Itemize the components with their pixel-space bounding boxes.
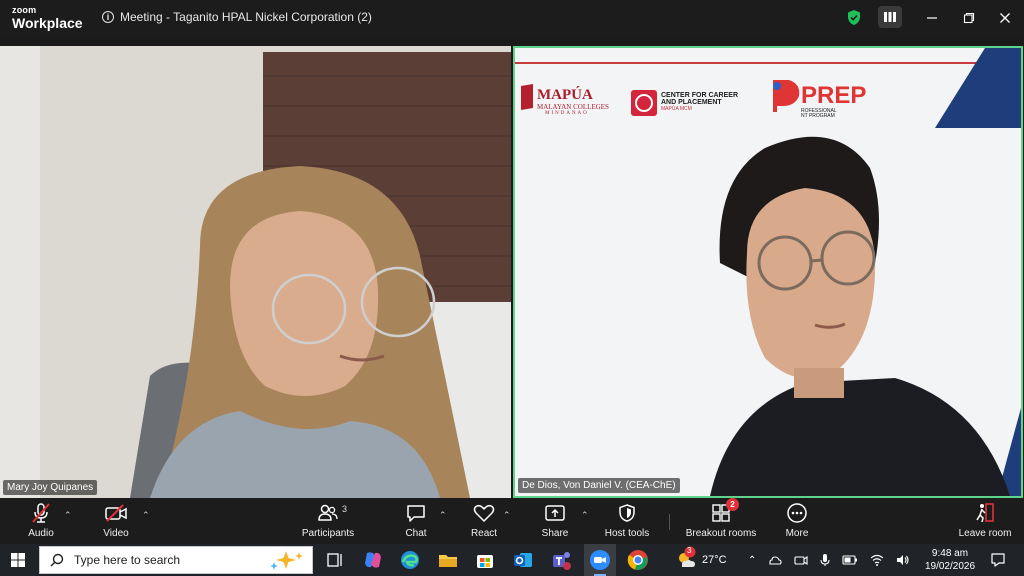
- audio-label: Audio: [28, 528, 54, 539]
- security-shield-icon[interactable]: [846, 9, 862, 26]
- leave-room-icon: [972, 502, 998, 524]
- search-highlight-icon: [270, 551, 303, 570]
- participant-name-tag: Mary Joy Quipanes: [3, 480, 98, 495]
- battery-icon[interactable]: [842, 555, 858, 565]
- edge-browser-icon[interactable]: [398, 548, 422, 572]
- mic-muted-icon: [28, 502, 54, 524]
- meeting-info[interactable]: i Meeting - Taganito HPAL Nickel Corpora…: [102, 10, 372, 24]
- share-label: Share: [541, 528, 569, 539]
- meet-now-icon[interactable]: [794, 554, 808, 566]
- backdrop-logo-career-line3: MAPÚA MCM: [661, 105, 692, 112]
- shield-icon: [614, 502, 640, 524]
- participants-icon: 3: [315, 502, 347, 524]
- volume-icon[interactable]: [896, 554, 910, 566]
- brand-main: Workplace: [12, 15, 83, 31]
- copilot-icon[interactable]: [361, 548, 385, 572]
- video-options-caret[interactable]: ⌃: [142, 510, 150, 521]
- backdrop-logo-prep-sub2: NT PROGRAM: [801, 113, 835, 119]
- taskbar-search-box[interactable]: Type here to search: [39, 546, 313, 574]
- backdrop-logo-mapua-sub2: MINDANAO: [545, 111, 589, 116]
- microphone-tray-icon[interactable]: [820, 553, 830, 567]
- more-label: More: [785, 528, 809, 539]
- participant-video-right-active-speaker[interactable]: MAPÚA MALAYAN COLLEGES MINDANAO CENTER F…: [513, 46, 1023, 498]
- chrome-icon: [627, 550, 648, 570]
- wifi-icon[interactable]: [870, 554, 884, 566]
- breakout-rooms-icon: 2: [708, 498, 739, 524]
- backdrop-logo-prep-main: PREP: [801, 82, 867, 109]
- close-button[interactable]: [995, 8, 1015, 28]
- clock-date: 19/02/2026: [924, 561, 976, 572]
- more-button[interactable]: More: [762, 502, 832, 539]
- participant-video-left[interactable]: Mary Joy Quipanes: [0, 46, 511, 498]
- task-view-icon[interactable]: [322, 548, 346, 572]
- host-tools-label: Host tools: [604, 528, 650, 539]
- breakout-rooms-label: Breakout rooms: [685, 528, 757, 539]
- participants-label: Participants: [301, 528, 355, 539]
- weather-temperature: 27°C: [702, 554, 727, 566]
- meeting-title: Meeting - Taganito HPAL Nickel Corporati…: [120, 10, 372, 24]
- heart-icon: [471, 502, 497, 524]
- windows-taskbar: Type here to search 27°C 3 ⌃ 9:48 am 19/…: [0, 544, 1024, 576]
- zoom-window: zoom Workplace i Meeting - Taganito HPAL…: [0, 0, 1024, 576]
- taskbar-clock[interactable]: 9:48 am 19/02/2026: [922, 547, 978, 573]
- participant-name-tag: De Dios, Von Daniel V. (CEA-ChE): [518, 478, 680, 493]
- backdrop-logo-mapua-sub: MALAYAN COLLEGES: [537, 103, 609, 111]
- restore-button[interactable]: [959, 8, 979, 28]
- notifications-icon[interactable]: [990, 552, 1006, 568]
- share-screen-icon: [542, 502, 568, 524]
- audio-options-caret[interactable]: ⌃: [64, 510, 72, 521]
- brand-top: zoom: [12, 5, 37, 15]
- share-button[interactable]: Share: [520, 502, 590, 539]
- participants-count: 3: [342, 504, 348, 514]
- gallery-view-icon: [884, 12, 896, 22]
- search-placeholder: Type here to search: [74, 553, 181, 567]
- microsoft-store-icon[interactable]: [473, 548, 497, 572]
- breakout-rooms-badge: 2: [726, 498, 739, 511]
- info-icon[interactable]: i: [102, 11, 114, 23]
- chat-icon: [403, 502, 429, 524]
- chrome-taskbar-app[interactable]: [626, 548, 650, 572]
- weather-badge-count: 3: [687, 546, 692, 555]
- toolbar-divider: [669, 514, 670, 530]
- backdrop-logo-career-line1: CENTER FOR CAREER: [661, 92, 739, 99]
- minimize-icon: [927, 17, 937, 19]
- view-layout-button[interactable]: [878, 6, 902, 28]
- file-explorer-icon[interactable]: [436, 548, 460, 572]
- backdrop-logo-mapua: MAPÚA MALAYAN COLLEGES MINDANAO: [537, 87, 609, 117]
- outlook-icon[interactable]: [511, 548, 535, 572]
- leave-room-label: Leave room: [958, 528, 1012, 539]
- share-options-caret[interactable]: ⌃: [581, 510, 589, 521]
- participants-button[interactable]: 3 Participants: [293, 502, 363, 539]
- onedrive-icon[interactable]: [768, 554, 782, 566]
- more-icon: [784, 502, 810, 524]
- backdrop-logo-prep: PREP ROFESSIONAL NT PROGRAM: [801, 84, 866, 119]
- teams-icon[interactable]: [549, 548, 573, 572]
- minimize-button[interactable]: [922, 8, 942, 28]
- meeting-toolbar: Audio ⌃ Video ⌃ 3 Participants Chat ⌃ Re…: [0, 498, 1024, 544]
- react-label: React: [470, 528, 498, 539]
- video-button[interactable]: Video: [81, 502, 151, 539]
- zoom-taskbar-app[interactable]: [584, 544, 616, 576]
- backdrop-logo-career-center: CENTER FOR CAREER AND PLACEMENT MAPÚA MC…: [661, 92, 738, 112]
- host-tools-button[interactable]: Host tools: [592, 502, 662, 539]
- backdrop-logo-mapua-main: MAPÚA: [537, 87, 593, 103]
- video-label: Video: [103, 528, 129, 539]
- windows-start-icon[interactable]: [11, 553, 25, 567]
- chat-options-caret[interactable]: ⌃: [439, 510, 447, 521]
- participant-video-feed: [0, 46, 511, 498]
- search-icon: [50, 553, 64, 567]
- zoom-app-icon: [590, 550, 610, 570]
- restore-icon: [963, 12, 975, 24]
- zoom-logo: zoom Workplace: [12, 5, 83, 31]
- clock-time: 9:48 am: [931, 548, 969, 559]
- react-options-caret[interactable]: ⌃: [503, 510, 511, 521]
- leave-room-button[interactable]: Leave room: [950, 502, 1020, 539]
- breakout-rooms-button[interactable]: 2 Breakout rooms: [685, 498, 757, 539]
- close-icon: [1000, 13, 1010, 23]
- video-off-icon: [103, 502, 129, 524]
- show-hidden-icons-icon[interactable]: ⌃: [748, 555, 756, 566]
- chat-label: Chat: [405, 528, 427, 539]
- system-tray: ⌃: [748, 544, 910, 576]
- title-bar: zoom Workplace i Meeting - Taganito HPAL…: [0, 0, 1024, 36]
